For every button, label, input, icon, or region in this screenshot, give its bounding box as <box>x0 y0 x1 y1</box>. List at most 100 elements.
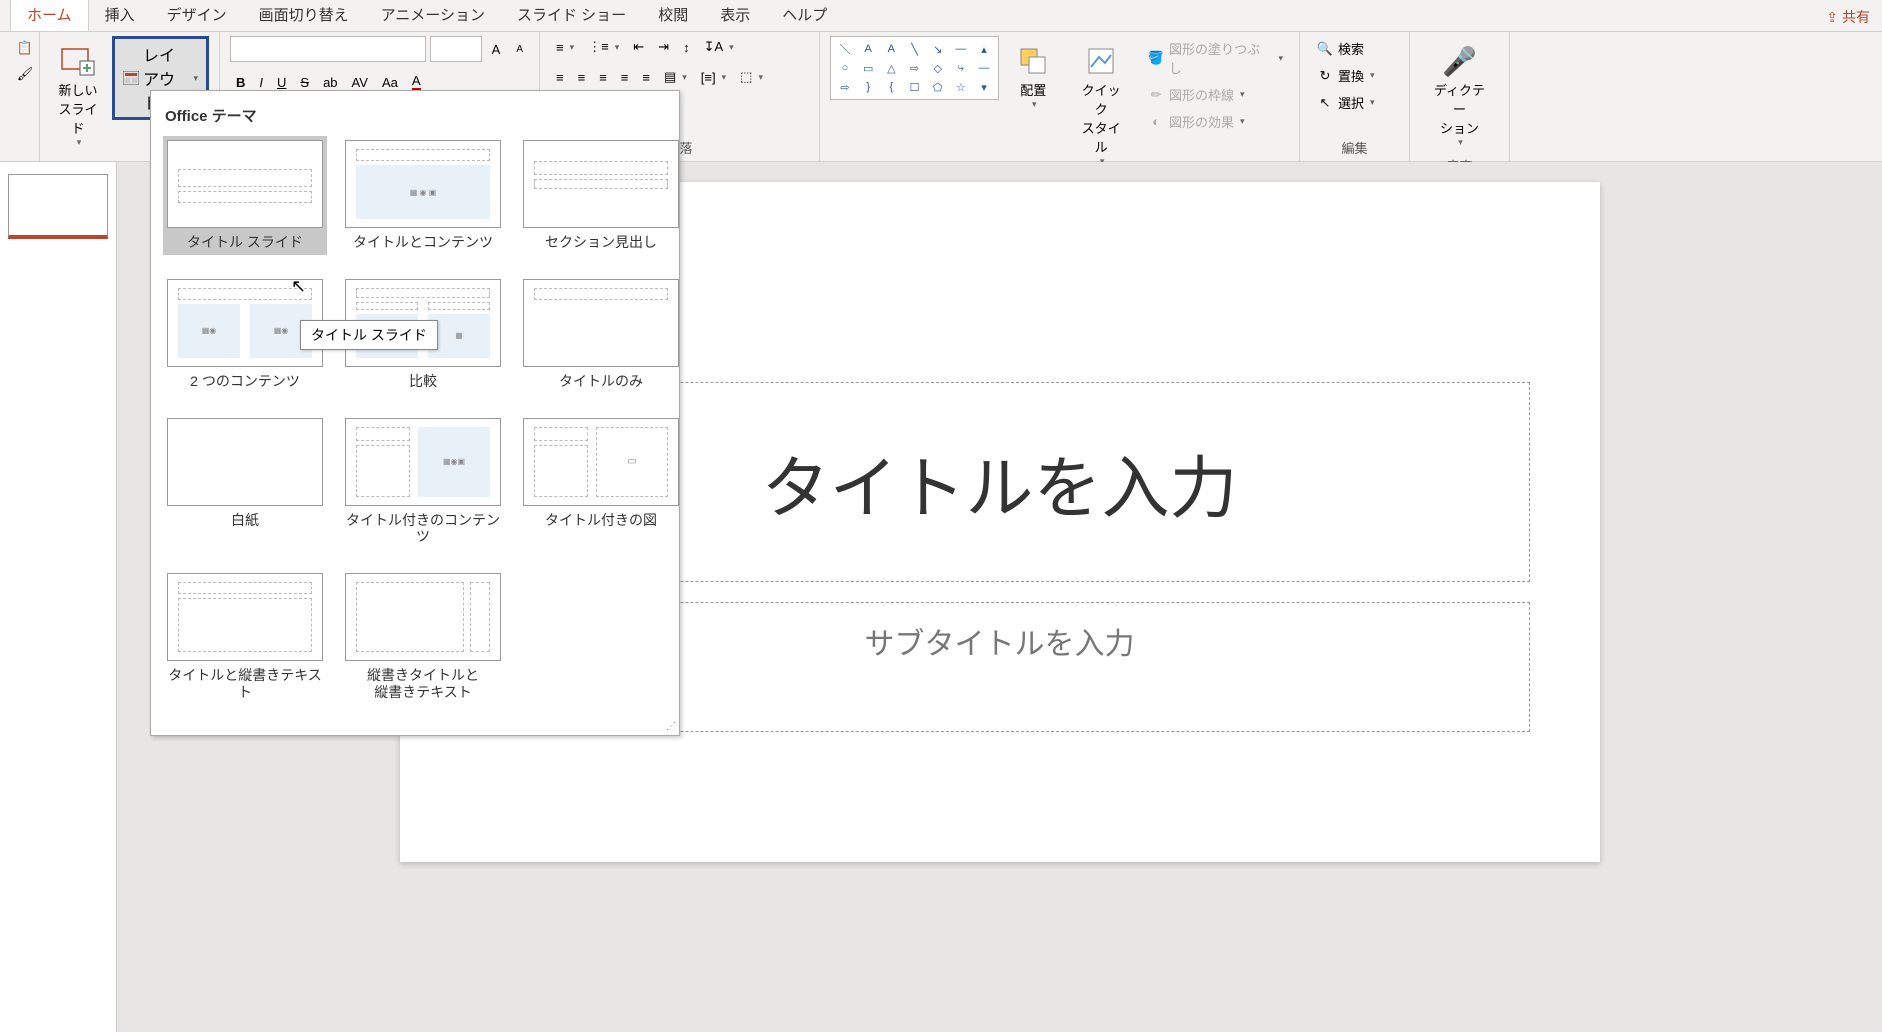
shape-line2-icon[interactable]: ╲ <box>904 40 926 58</box>
align-text-button[interactable]: [≡]▾ <box>695 66 732 88</box>
text-direction-button[interactable]: ↧A▾ <box>698 36 740 58</box>
layout-item-content-caption[interactable]: ▦◉▣ タイトル付きのコンテンツ <box>341 414 505 550</box>
bullets-button[interactable]: ≡▾ <box>550 36 580 58</box>
bucket-icon: 🪣 <box>1147 49 1165 67</box>
shape-oval-icon[interactable]: ○ <box>834 59 856 77</box>
layout-label-2: セクション見出し <box>545 234 657 251</box>
layout-item-blank[interactable]: 白紙 <box>163 414 327 550</box>
font-size-select[interactable] <box>430 36 482 62</box>
columns-icon: ▤ <box>664 69 676 85</box>
decrease-font-icon: A <box>516 44 523 55</box>
bullets-icon: ≡ <box>556 40 564 55</box>
shape-line3-icon[interactable]: — <box>950 40 972 58</box>
line-spacing-icon: ↕ <box>683 40 690 55</box>
search-icon: 🔍 <box>1316 40 1334 58</box>
layout-item-picture-caption[interactable]: ▭ タイトル付きの図 <box>519 414 683 550</box>
numbering-button[interactable]: ⋮≡▾ <box>582 36 625 58</box>
shape-arrow-icon[interactable]: ↘ <box>927 40 949 58</box>
chevron-down-icon: ▾ <box>1458 137 1463 148</box>
share-button[interactable]: ⇪ 共有 <box>1814 3 1882 31</box>
new-slide-icon <box>59 42 97 80</box>
slide-thumbnail-1[interactable] <box>8 174 108 239</box>
shape-outline-label: 図形の枠線 <box>1169 85 1234 104</box>
align-right-icon: ≡ <box>599 70 607 85</box>
shape-rect-icon[interactable]: ▭ <box>857 59 879 77</box>
layout-item-title-content[interactable]: ▦ ◉ ▣ タイトルとコンテンツ <box>341 136 505 255</box>
quick-styles-button[interactable]: クイック スタイル ▾ <box>1067 36 1135 173</box>
align-left-button[interactable]: ≡ <box>550 66 570 88</box>
shape-scroll-down-icon[interactable]: ▾ <box>973 78 995 96</box>
decrease-font-button[interactable]: A <box>510 41 529 58</box>
tab-view[interactable]: 表示 <box>704 0 766 31</box>
tab-design[interactable]: デザイン <box>151 0 243 31</box>
tab-home[interactable]: ホーム <box>10 0 89 31</box>
tab-transitions[interactable]: 画面切り替え <box>243 0 365 31</box>
tab-animations[interactable]: アニメーション <box>365 0 501 31</box>
replace-button[interactable]: ↻置換▾ <box>1310 63 1381 88</box>
new-slide-button[interactable]: 新しい スライド ▾ <box>50 36 106 154</box>
tab-help[interactable]: ヘルプ <box>766 0 843 31</box>
share-icon: ⇪ <box>1826 9 1838 26</box>
ribbon-tabs: ホーム 挿入 デザイン 画面切り替え アニメーション スライド ショー 校閲 表… <box>0 0 1882 32</box>
paste-icon: 📋 <box>16 39 34 57</box>
justify-button[interactable]: ≡ <box>615 66 635 88</box>
layout-item-title-only[interactable]: タイトルのみ <box>519 275 683 394</box>
align-text-icon: [≡] <box>701 70 716 85</box>
layout-label-4: 比較 <box>409 373 437 390</box>
share-label: 共有 <box>1842 7 1870 27</box>
text-direction-icon: ↧A <box>704 39 724 55</box>
shape-triangle-icon[interactable]: △ <box>880 59 902 77</box>
arrange-label: 配置 <box>1020 80 1046 99</box>
select-button[interactable]: ↖選択▾ <box>1310 90 1381 115</box>
shape-rarrow2-icon[interactable]: ⇨ <box>834 78 856 96</box>
layout-item-title-slide[interactable]: タイトル スライド <box>163 136 327 255</box>
shape-outline-button[interactable]: ✏図形の枠線▾ <box>1141 82 1289 107</box>
decrease-indent-icon: ⇤ <box>633 39 644 55</box>
distribute-icon: ≡ <box>642 70 650 85</box>
shapes-gallery[interactable]: ＼ A A ╲ ↘ — ▴ ○ ▭ △ ⇨ ◇ ⤷ — ⇨ } { ☐ ⬠ ☆ <box>830 36 999 100</box>
layout-item-vertical-title-text[interactable]: 縦書きタイトルと 縦書きテキスト <box>341 569 505 705</box>
align-center-button[interactable]: ≡ <box>572 66 592 88</box>
format-painter-btn[interactable]: 🖌 <box>10 62 40 86</box>
find-button[interactable]: 🔍検索 <box>1310 36 1381 61</box>
tab-insert[interactable]: 挿入 <box>89 0 151 31</box>
decrease-indent-button[interactable]: ⇤ <box>627 36 650 58</box>
shape-star-icon[interactable]: ☆ <box>950 78 972 96</box>
shape-connector-icon[interactable]: ⤷ <box>950 59 972 77</box>
layout-item-section-header[interactable]: セクション見出し <box>519 136 683 255</box>
shape-pentagon-icon[interactable]: ⬠ <box>927 78 949 96</box>
dictate-label: ディクテー ション <box>1428 80 1491 137</box>
shape-callout-icon[interactable]: ☐ <box>904 78 926 96</box>
align-right-button[interactable]: ≡ <box>593 66 613 88</box>
shape-brace2-icon[interactable]: { <box>880 78 902 96</box>
columns-button[interactable]: ▤▾ <box>658 66 693 88</box>
shape-line-icon[interactable]: ＼ <box>834 40 856 58</box>
layout-item-title-vertical[interactable]: タイトルと縦書きテキスト <box>163 569 327 705</box>
cursor-icon: ↖ <box>1316 94 1334 112</box>
shape-diamond-icon[interactable]: ◇ <box>927 59 949 77</box>
smartart-button[interactable]: ⬚▾ <box>734 66 769 88</box>
line-spacing-button[interactable]: ↕ <box>677 36 696 58</box>
chevron-down-icon: ▾ <box>77 137 82 148</box>
shape-fill-button[interactable]: 🪣図形の塗りつぶし▾ <box>1141 36 1289 80</box>
effects-icon: ◐ <box>1147 113 1165 131</box>
tab-review[interactable]: 校閲 <box>642 0 704 31</box>
shape-brace-icon[interactable]: } <box>857 78 879 96</box>
shape-effects-button[interactable]: ◐図形の効果▾ <box>1141 109 1289 134</box>
increase-font-button[interactable]: A <box>486 39 507 60</box>
shape-text2-icon[interactable]: A <box>880 40 902 58</box>
shape-text-icon[interactable]: A <box>857 40 879 58</box>
distribute-button[interactable]: ≡ <box>636 66 656 88</box>
dictate-button[interactable]: 🎤 ディクテー ション ▾ <box>1420 36 1499 154</box>
resize-grip-icon[interactable]: ⋰ <box>666 721 676 732</box>
clipboard-btn[interactable]: 📋 <box>10 36 40 60</box>
tab-slideshow[interactable]: スライド ショー <box>501 0 642 31</box>
layout-icon <box>123 69 139 87</box>
font-family-select[interactable] <box>230 36 426 62</box>
editing-group-label: 編集 <box>1310 136 1399 159</box>
shape-scroll-up-icon[interactable]: ▴ <box>973 40 995 58</box>
increase-indent-button[interactable]: ⇥ <box>652 36 675 58</box>
shape-rarrow-icon[interactable]: ⇨ <box>904 59 926 77</box>
shape-scroll-mid-icon[interactable]: — <box>973 59 995 77</box>
arrange-button[interactable]: 配置 ▾ <box>1005 36 1061 116</box>
